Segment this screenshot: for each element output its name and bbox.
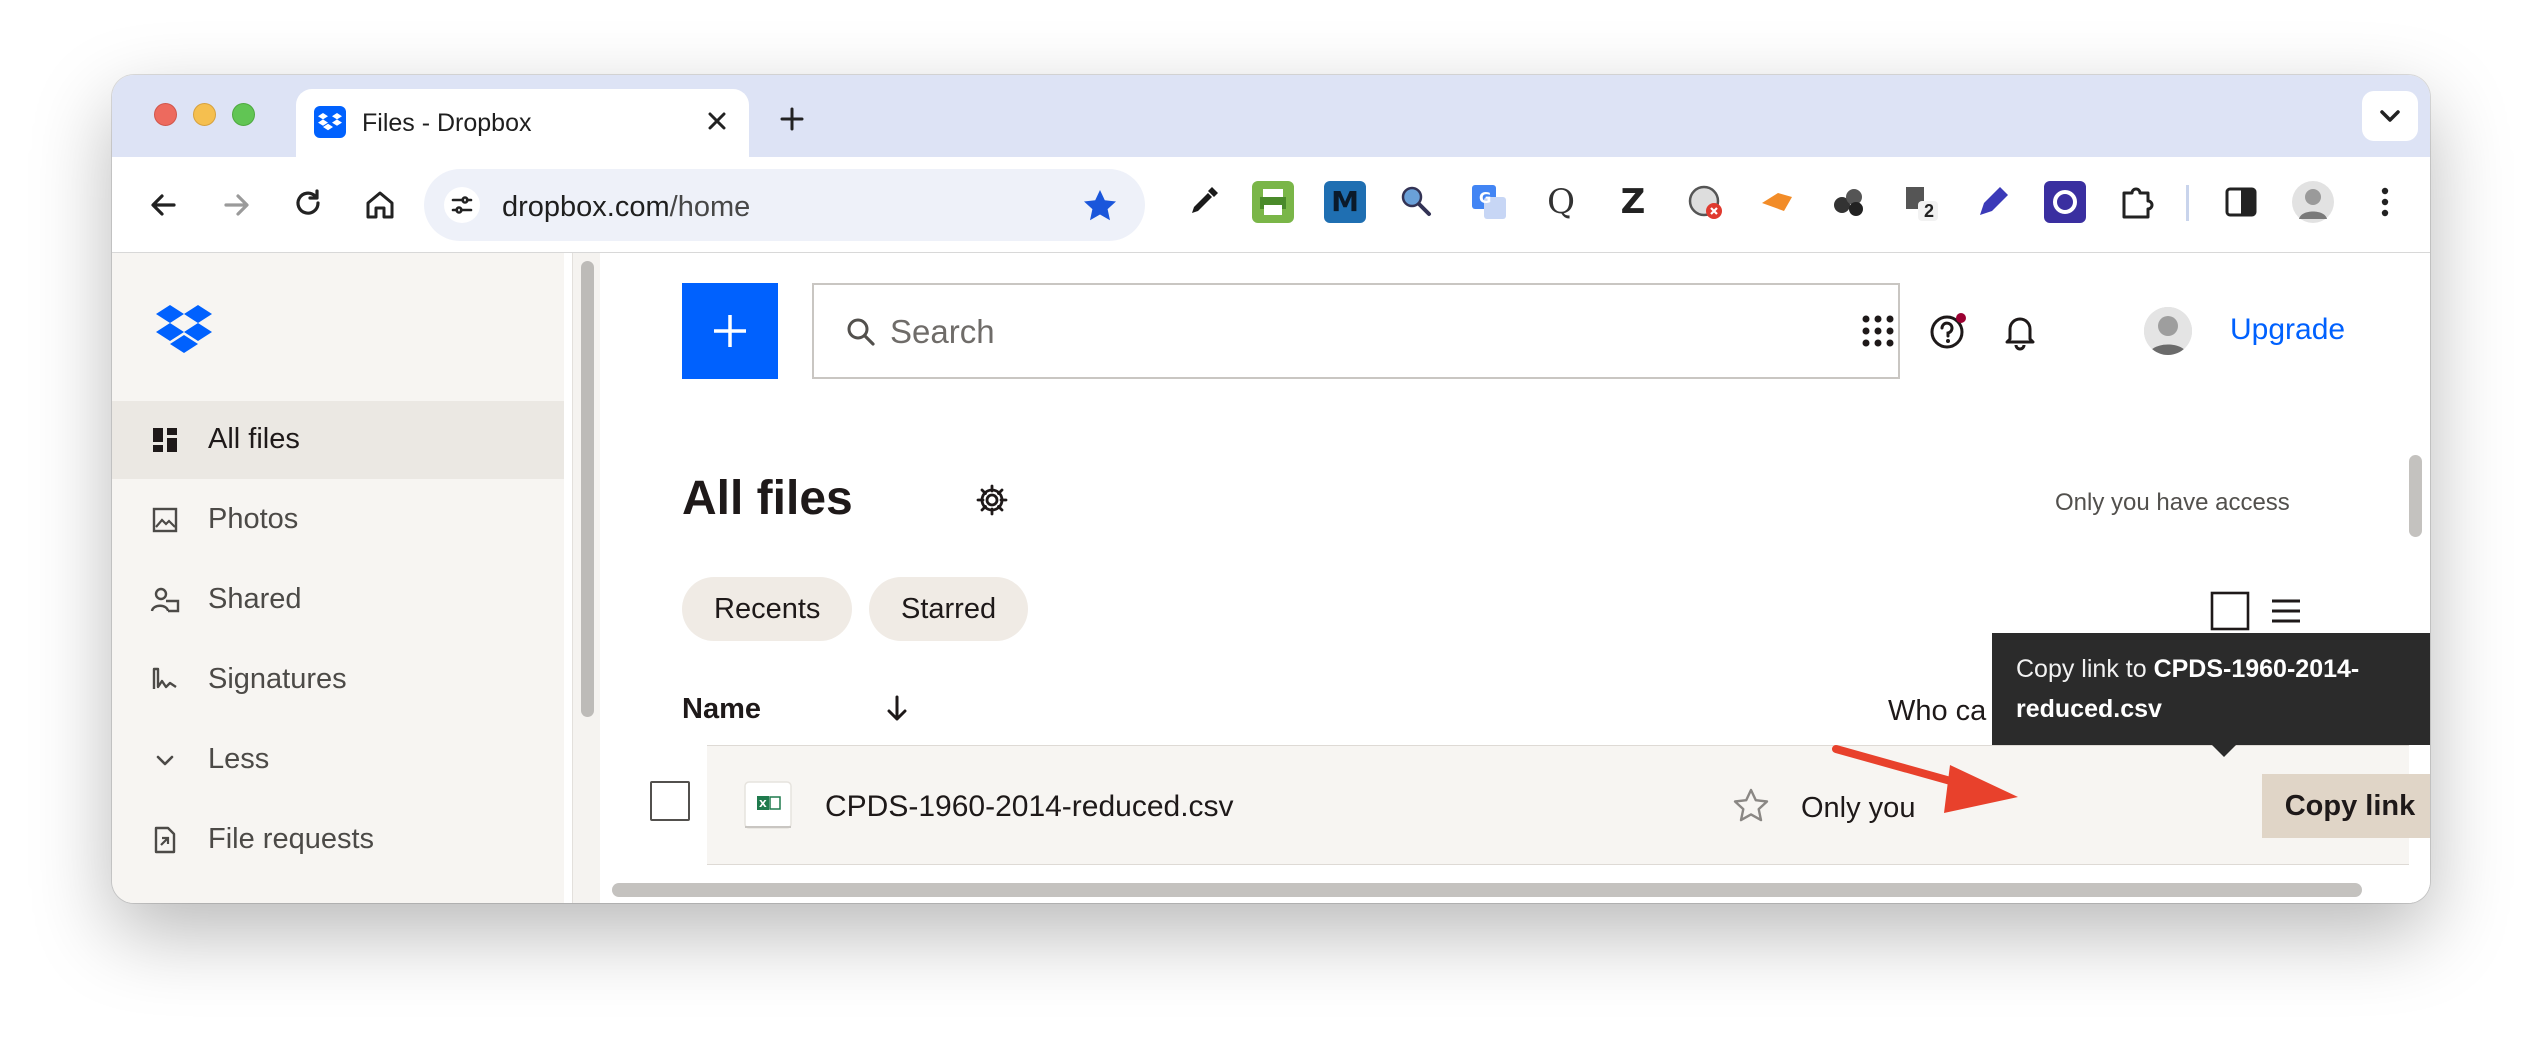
annotation-arrow-icon xyxy=(1822,735,2022,815)
sidebar-item-label: Photos xyxy=(208,503,299,535)
balls-icon[interactable] xyxy=(1828,181,1870,223)
file-name[interactable]: CPDS-1960-2014-reduced.csv xyxy=(825,790,1234,824)
tab-title: Files - Dropbox xyxy=(362,109,532,137)
tooltip-caret xyxy=(2210,743,2238,757)
signature-icon xyxy=(150,665,180,695)
puzzle-icon[interactable] xyxy=(2116,181,2158,223)
pen-icon[interactable] xyxy=(1972,181,2014,223)
printer-icon[interactable] xyxy=(1252,181,1294,223)
reload-icon[interactable] xyxy=(284,181,332,229)
sidebar-item-label: Signatures xyxy=(208,663,347,695)
magnifier-icon[interactable] xyxy=(1396,181,1438,223)
m-icon[interactable]: M xyxy=(1324,181,1366,223)
file-request-icon xyxy=(150,825,180,855)
tab-search-button[interactable] xyxy=(2362,91,2418,141)
dropbox-logo-icon[interactable] xyxy=(156,303,212,353)
main-horizontal-scrollbar[interactable] xyxy=(602,873,2430,903)
star-icon[interactable] xyxy=(1731,786,1771,826)
q-icon[interactable]: Q xyxy=(1540,181,1582,223)
forward-icon[interactable] xyxy=(212,181,260,229)
horizontal-scroll-thumb[interactable] xyxy=(612,883,2362,897)
search-icon xyxy=(844,315,878,349)
main-vertical-scrollbar[interactable] xyxy=(2400,355,2430,873)
sidebar-item-file-requests[interactable]: File requests xyxy=(112,801,564,879)
blocked-icon[interactable] xyxy=(1684,181,1726,223)
list-view-icon[interactable] xyxy=(2266,591,2306,631)
grid-view-icon[interactable] xyxy=(2210,591,2250,631)
browser-toolbar: dropbox.com/home M G Q Z 2 xyxy=(112,157,2430,253)
sidebar-item-all-files[interactable]: All files xyxy=(112,401,564,479)
sidebar-item-label: File requests xyxy=(208,823,375,855)
csv-file-icon: X xyxy=(743,780,793,832)
sidebar-item-shared[interactable]: Shared xyxy=(112,561,564,639)
site-info-icon[interactable] xyxy=(444,187,480,223)
toolbar-divider xyxy=(2186,185,2189,221)
chevron-down-icon xyxy=(150,745,180,775)
profile-avatar-icon[interactable] xyxy=(2292,181,2334,223)
all-files-icon xyxy=(150,425,180,455)
tooltip-prefix: Copy link to xyxy=(2016,655,2154,683)
browser-tab[interactable]: Files - Dropbox xyxy=(296,89,749,157)
minimize-window-button[interactable] xyxy=(193,103,216,126)
copy-link-tooltip: Copy link to CPDS-1960-2014-reduced.csv xyxy=(1992,633,2430,745)
main-content: Search Upgrade All files Only you have a… xyxy=(602,253,2430,903)
close-tab-icon[interactable] xyxy=(699,103,735,139)
dropbox-favicon-icon xyxy=(314,106,346,138)
new-tab-icon[interactable] xyxy=(772,99,812,139)
gear-icon[interactable] xyxy=(975,483,1009,517)
sidebar-scroll-thumb[interactable] xyxy=(581,261,594,717)
sort-down-arrow-icon[interactable] xyxy=(884,693,910,725)
column-header-who-can-access[interactable]: Who ca xyxy=(1888,695,1986,728)
back-icon[interactable] xyxy=(140,181,188,229)
browser-menu-icon[interactable] xyxy=(2364,181,2406,223)
side-panel-icon[interactable] xyxy=(2220,181,2262,223)
url-text: dropbox.com/home xyxy=(502,191,750,224)
svg-text:X: X xyxy=(759,799,767,810)
chip-starred[interactable]: Starred xyxy=(869,577,1029,641)
sidebar-scrollbar[interactable] xyxy=(572,253,600,903)
sidebar-item-label: Shared xyxy=(208,583,302,615)
extension-badge: 2 xyxy=(1924,201,1935,221)
search-placeholder: Search xyxy=(890,313,995,350)
create-new-button[interactable] xyxy=(682,283,778,379)
svg-text:G: G xyxy=(1479,189,1491,207)
eyedropper-icon[interactable] xyxy=(1182,181,1224,223)
counter-icon[interactable]: 2 xyxy=(1900,181,1942,223)
url-path: /home xyxy=(669,191,751,223)
shared-icon xyxy=(150,585,180,615)
bookmark-star-icon[interactable] xyxy=(1081,187,1119,225)
address-bar[interactable]: dropbox.com/home xyxy=(424,169,1145,241)
tag-icon[interactable] xyxy=(1756,181,1798,223)
user-avatar[interactable] xyxy=(2144,307,2192,355)
sidebar-item-label: All files xyxy=(208,423,300,455)
tab-strip: Files - Dropbox xyxy=(112,75,2430,157)
table-row[interactable]: X CPDS-1960-2014-reduced.csv Only you Co… xyxy=(707,745,2430,865)
browser-window: Files - Dropbox dropbox.com/home M G Q Z… xyxy=(112,75,2430,903)
notifications-bell-icon[interactable] xyxy=(2000,311,2040,351)
page-title: All files xyxy=(682,472,853,525)
translate-icon[interactable]: G xyxy=(1468,181,1510,223)
search-input[interactable]: Search xyxy=(812,283,1900,379)
o-icon[interactable] xyxy=(2044,181,2086,223)
z-icon[interactable]: Z xyxy=(1612,181,1654,223)
apps-grid-icon[interactable] xyxy=(1858,311,1898,351)
access-note: Only you have access xyxy=(2055,489,2290,516)
column-header-name[interactable]: Name xyxy=(682,693,761,726)
vertical-scroll-thumb[interactable] xyxy=(2409,455,2422,537)
sidebar-item-photos[interactable]: Photos xyxy=(112,481,564,559)
photos-icon xyxy=(150,505,180,535)
home-icon[interactable] xyxy=(356,181,404,229)
sidebar-item-signatures[interactable]: Signatures xyxy=(112,641,564,719)
help-icon[interactable] xyxy=(1928,311,1968,351)
sidebar-item-less[interactable]: Less xyxy=(112,721,564,799)
upgrade-link[interactable]: Upgrade xyxy=(2230,313,2345,347)
url-domain: dropbox.com xyxy=(502,191,670,223)
row-checkbox[interactable] xyxy=(650,781,690,821)
sidebar-item-label: Less xyxy=(208,743,270,775)
sidebar: All files Photos Shared Signatures Less xyxy=(112,253,564,903)
maximize-window-button[interactable] xyxy=(232,103,255,126)
close-window-button[interactable] xyxy=(154,103,177,126)
chip-recents[interactable]: Recents xyxy=(682,577,853,641)
